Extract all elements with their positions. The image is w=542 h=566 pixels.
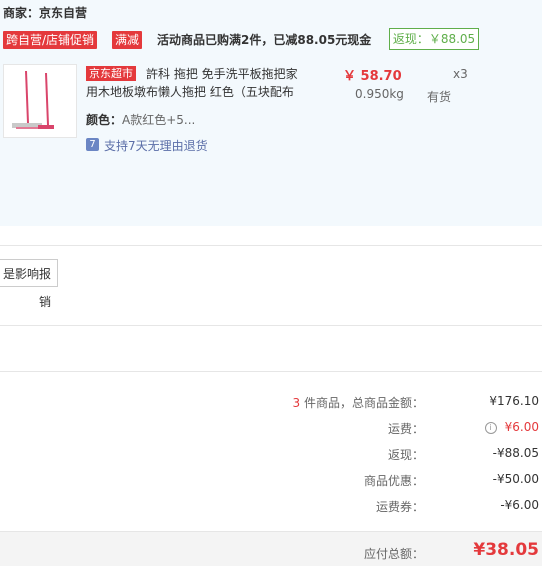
color-label: 颜色：: [86, 113, 123, 127]
discount-value: -¥50.00: [492, 472, 539, 486]
divider: [0, 245, 542, 246]
discount-label: 商品优惠：: [363, 474, 424, 488]
goods-total-label: 件商品，总商品金额：: [300, 396, 424, 410]
shipping-coupon-value: -¥6.00: [500, 498, 539, 512]
goods-total-value: ¥176.10: [489, 394, 539, 408]
cashback-label: 返现：: [387, 448, 424, 462]
payable-label: 应付总额：: [363, 547, 424, 561]
product-weight: 0.950kg: [355, 87, 404, 101]
return-policy-text[interactable]: 支持7天无理由退货: [104, 137, 208, 154]
info-icon[interactable]: i: [484, 422, 497, 434]
cross-promo-tag: 跨自营/店铺促销: [3, 31, 98, 49]
merchant-name: 商家：京东自营: [3, 6, 88, 20]
mop-image: [4, 65, 76, 137]
goods-count-label: 3 件商品，总商品金额：: [293, 394, 424, 411]
product-quantity: x3: [453, 67, 468, 81]
divider: [0, 325, 542, 326]
divider: [0, 371, 542, 372]
payable-value: ¥38.05: [473, 540, 539, 560]
cashback-badge: 返现：￥88.05: [389, 28, 479, 50]
product-thumbnail[interactable]: [3, 64, 77, 138]
reimbursement-button[interactable]: 是影响报销: [0, 259, 58, 309]
jd-supermarket-tag: 京东超市: [86, 66, 136, 81]
payable-bar: [0, 531, 542, 566]
shipping-row: i ¥6.00: [484, 420, 539, 434]
promo-text: 活动商品已购满2件，已减88.05元现金: [157, 33, 372, 47]
cashback-value: -¥88.05: [492, 446, 539, 460]
stock-status: 有货: [427, 90, 452, 104]
shipping-label: 运费：: [387, 422, 424, 436]
return-policy-icon: 7: [86, 138, 99, 151]
product-name-line1[interactable]: 許科 拖把 免手洗平板拖把家: [146, 66, 298, 82]
full-reduction-tag: 满减: [112, 31, 143, 49]
product-price: ￥ 58.70: [343, 69, 402, 84]
shipping-value: ¥6.00: [504, 420, 539, 434]
shipping-coupon-label: 运费券：: [375, 500, 424, 514]
color-value: A款红色+5...: [122, 113, 196, 127]
product-name-line2[interactable]: 用木地板墩布懒人拖把 红色（五块配布: [86, 84, 294, 100]
